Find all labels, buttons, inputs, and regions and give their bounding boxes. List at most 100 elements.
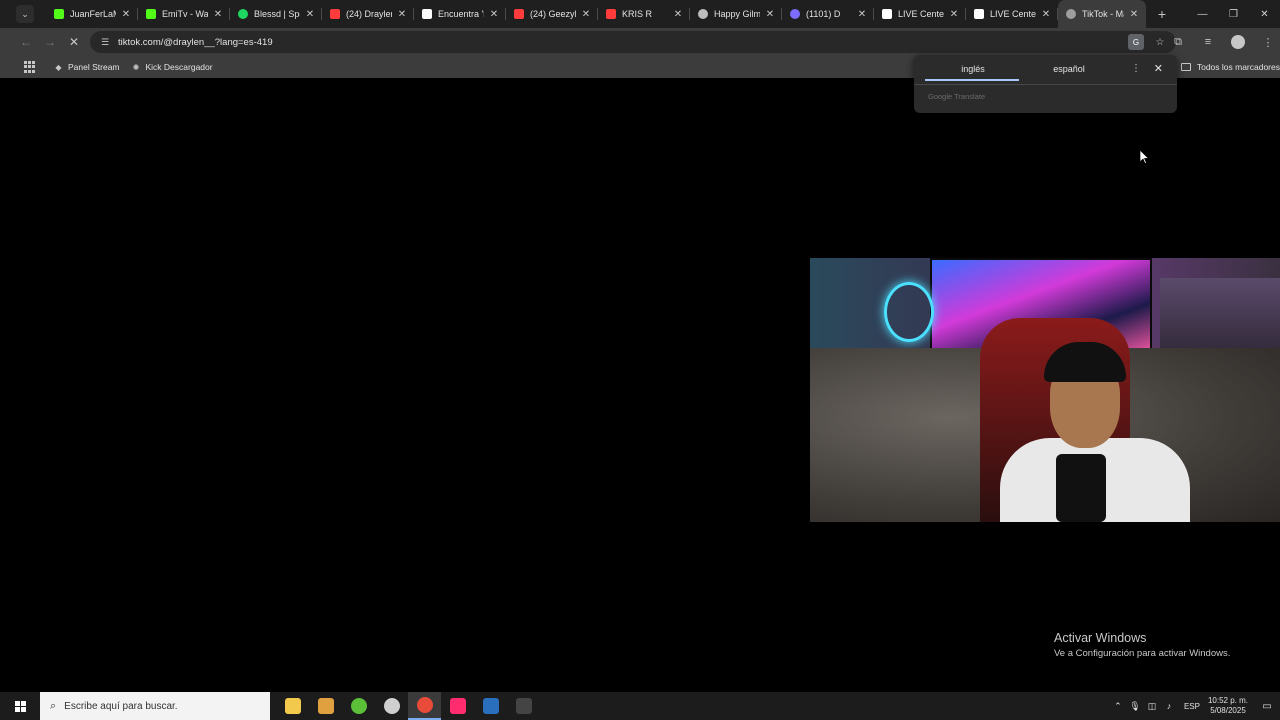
steam-icon <box>482 698 499 714</box>
taskbar-app-tiktok-live[interactable] <box>441 692 474 720</box>
restore-icon[interactable]: ❐ <box>1218 0 1249 28</box>
activate-windows-watermark: Activar Windows Ve a Configuración para … <box>1054 631 1230 659</box>
tab-favicon-icon <box>422 9 432 19</box>
taskbar-search[interactable]: ⌕ Escribe aquí para buscar. <box>40 692 270 720</box>
green-app-icon <box>350 698 367 714</box>
browser-tab[interactable]: (24) Draylen ✕ <box>322 0 414 28</box>
browser-tab[interactable]: Blessd | Spo ✕ <box>230 0 322 28</box>
new-tab-icon[interactable]: + <box>1152 4 1172 24</box>
profile-avatar[interactable] <box>1226 30 1250 54</box>
bookmark-kick-descargador[interactable]: ✺ Kick Descargador <box>132 62 213 72</box>
taskbar-app-steam[interactable] <box>474 692 507 720</box>
address-url[interactable]: tiktok.com/@draylen__?lang=es-419 <box>118 37 273 48</box>
taskbar-app-media-player[interactable] <box>309 692 342 720</box>
bookmark-panel-stream[interactable]: ◆ Panel Stream <box>54 62 119 72</box>
tab-title: (24) Draylen <box>346 9 392 19</box>
browser-tab[interactable]: LIVE Center ✕ <box>966 0 1058 28</box>
tab-close-icon[interactable]: ✕ <box>1128 9 1140 20</box>
source-language-tab[interactable]: inglés <box>926 64 1020 74</box>
minimize-icon[interactable]: — <box>1187 0 1218 28</box>
tab-title: Happy Gilm <box>714 9 760 19</box>
kick-icon: ✺ <box>132 62 140 72</box>
browser-tab[interactable]: LIVE Center ✕ <box>874 0 966 28</box>
tab-close-icon[interactable]: ✕ <box>120 9 132 20</box>
tab-close-icon[interactable]: ✕ <box>856 9 868 20</box>
chevron-up-icon[interactable]: ⌃ <box>1110 701 1126 712</box>
tab-favicon-icon <box>1066 9 1076 19</box>
tab-title: EmiTv - Wat <box>162 9 208 19</box>
network-icon[interactable]: ◫ <box>1144 701 1160 712</box>
taskbar-app-green-app[interactable] <box>342 692 375 720</box>
tab-title: LIVE Center <box>898 9 944 19</box>
browser-toolbar: ← → ✕ ☰ tiktok.com/@draylen__?lang=es-41… <box>0 28 1280 56</box>
tab-close-icon[interactable]: ✕ <box>948 9 960 20</box>
translate-brand: Google Translate <box>928 92 986 101</box>
tab-favicon-icon <box>238 9 248 19</box>
target-language-tab[interactable]: español <box>1022 64 1116 74</box>
forward-icon[interactable]: → <box>38 30 62 54</box>
taskbar-app-chrome[interactable] <box>408 692 441 720</box>
taskbar-app-call-of-duty[interactable] <box>507 692 540 720</box>
tab-close-icon[interactable]: ✕ <box>212 9 224 20</box>
tab-close-icon[interactable]: ✕ <box>580 9 592 20</box>
file-explorer-icon <box>284 698 301 714</box>
input-language[interactable]: ESP <box>1184 702 1200 711</box>
browser-tab[interactable]: (24) GeezyD ✕ <box>506 0 598 28</box>
browser-tab[interactable]: JuanFerLaM ✕ <box>46 0 138 28</box>
back-icon[interactable]: ← <box>14 30 38 54</box>
browser-tab[interactable]: Encuentra 'la ✕ <box>414 0 506 28</box>
browser-tab-strip: ⌄ JuanFerLaM ✕ EmiTv - Wat ✕ Blessd | Spo ✕ (2… <box>0 0 1280 28</box>
notification-icon[interactable]: ▭ <box>1258 701 1276 712</box>
translate-icon[interactable]: G <box>1128 34 1144 50</box>
cam-microphone <box>1056 454 1106 522</box>
site-info-icon[interactable]: ☰ <box>98 35 112 49</box>
tab-title: Encuentra 'la <box>438 9 484 19</box>
apps-grid-icon[interactable] <box>24 61 36 73</box>
tab-favicon-icon <box>330 9 340 19</box>
clock-time: 10:52 p. m. <box>1207 696 1248 705</box>
clock[interactable]: 10:52 p. m. 5/08/2025 <box>1208 696 1248 716</box>
all-bookmarks-folder[interactable]: Todos los marcadores <box>1180 56 1280 78</box>
browser-tab[interactable]: (1101) D ✕ <box>782 0 874 28</box>
neon-logo-icon <box>884 282 934 342</box>
tab-favicon-icon <box>606 9 616 19</box>
watermark-title: Activar Windows <box>1054 631 1147 645</box>
browser-tab[interactable]: Happy Gilm ✕ <box>690 0 782 28</box>
windows-taskbar: ⌕ Escribe aquí para buscar. ⌃ 🎙 ◫ ♪ ESP … <box>0 692 1280 720</box>
tab-title: KRIS R <box>622 9 653 19</box>
tab-title: Blessd | Spo <box>254 9 300 19</box>
menu-kebab-icon[interactable]: ⋮ <box>1256 30 1280 54</box>
tab-close-icon[interactable]: ✕ <box>764 9 776 20</box>
all-bookmarks-label: Todos los marcadores <box>1196 62 1280 72</box>
extensions-icon[interactable]: ⧉ <box>1166 30 1190 54</box>
tab-close-icon[interactable]: ✕ <box>396 9 408 20</box>
translate-options-icon[interactable]: ⋮ <box>1131 63 1141 74</box>
taskbar-app-file-explorer[interactable] <box>276 692 309 720</box>
window-controls: — ❐ ✕ <box>1187 0 1280 28</box>
tab-favicon-icon <box>514 9 524 19</box>
search-placeholder: Escribe aquí para buscar. <box>64 700 178 712</box>
tab-search-icon[interactable]: ⌄ <box>16 5 34 23</box>
media-controls-icon[interactable]: ≡ <box>1196 30 1220 54</box>
close-window-icon[interactable]: ✕ <box>1249 0 1280 28</box>
volume-icon[interactable]: ♪ <box>1161 701 1177 711</box>
mouse-cursor-icon <box>1139 149 1150 169</box>
tab-close-icon[interactable]: ✕ <box>488 9 500 20</box>
translate-popup: inglés español ⋮ ✕ Google Translate <box>914 55 1177 113</box>
tab-close-icon[interactable]: ✕ <box>304 9 316 20</box>
popup-divider <box>914 84 1177 85</box>
tab-close-icon[interactable]: ✕ <box>672 9 684 20</box>
browser-tab[interactable]: EmiTv - Wat ✕ <box>138 0 230 28</box>
tab-close-icon[interactable]: ✕ <box>1040 9 1052 20</box>
stop-loading-icon[interactable]: ✕ <box>62 30 86 54</box>
tab-favicon-icon <box>974 9 984 19</box>
close-icon[interactable]: ✕ <box>1154 62 1163 75</box>
browser-tab[interactable]: TikTok - Ma ✕ <box>1058 0 1146 28</box>
start-button[interactable] <box>0 692 40 720</box>
browser-tab[interactable]: KRIS R ✕ <box>598 0 690 28</box>
taskbar-app-obs-studio[interactable] <box>375 692 408 720</box>
desktop-screen: ⌄ JuanFerLaM ✕ EmiTv - Wat ✕ Blessd | Spo ✕ (2… <box>0 0 1280 720</box>
microphone-icon[interactable]: 🎙 <box>1127 701 1143 712</box>
tab-title: (1101) D <box>806 9 841 19</box>
address-bar[interactable]: ☰ tiktok.com/@draylen__?lang=es-419 G ☆ <box>90 31 1176 53</box>
